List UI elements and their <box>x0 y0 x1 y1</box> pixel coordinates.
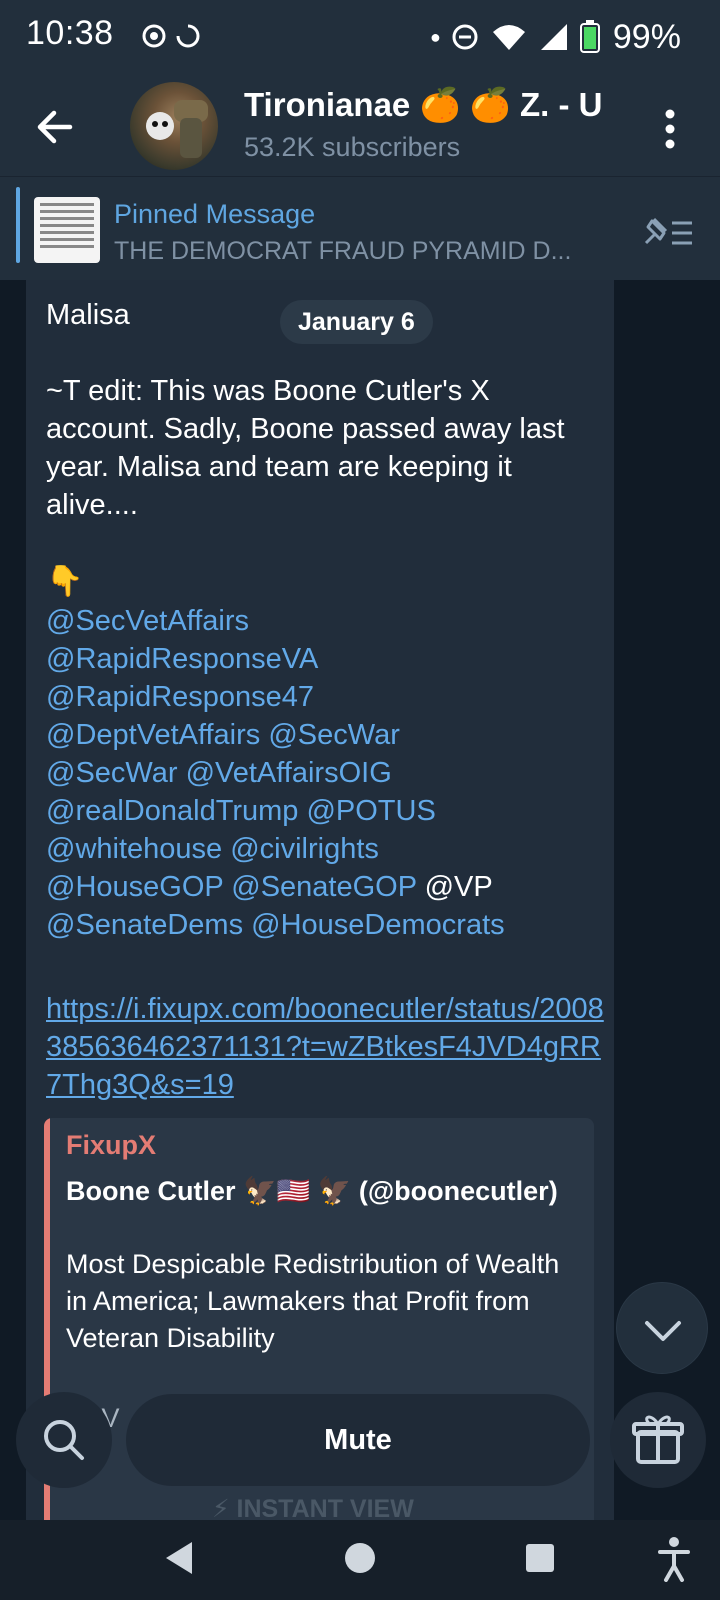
subscriber-count: 53.2K subscribers <box>244 132 461 162</box>
mention-link[interactable]: @HouseDemocrats <box>251 909 504 941</box>
pointing-down-emoji: 👇 <box>46 565 84 598</box>
mention-link[interactable]: @HouseGOP <box>46 871 223 903</box>
mention-link[interactable]: @SenateDems <box>46 909 243 941</box>
dnd-icon <box>452 24 478 50</box>
search-icon <box>44 1420 84 1460</box>
gift-button[interactable] <box>610 1392 706 1488</box>
mention-separator: @VP <box>416 871 493 903</box>
channel-title[interactable]: Tironianae 🍊 🍊 Z. - U <box>244 86 624 125</box>
chat-header: Tironianae 🍊 🍊 Z. - U 53.2K subscribers <box>0 74 720 176</box>
date-pill: January 6 <box>280 300 433 344</box>
mention-link[interactable]: @whitehouse <box>46 833 222 865</box>
pinned-text: THE DEMOCRAT FRAUD PYRAMID D... <box>114 237 572 265</box>
mention-separator <box>243 909 251 941</box>
mute-button[interactable]: Mute <box>126 1394 590 1486</box>
mention-separator <box>178 757 186 789</box>
mention-line: @SecWar @VetAffairsOIG <box>46 754 606 792</box>
wifi-icon <box>492 25 525 50</box>
mention-line: @HouseGOP @SenateGOP @VP <box>46 868 606 906</box>
preview-description: Most Despicable Redistribution of Wealth… <box>66 1249 560 1353</box>
mention-link[interactable]: @SecWar <box>46 757 178 789</box>
mention-link[interactable]: @SecVetAffairs <box>46 605 249 637</box>
mention-link[interactable]: @SenateGOP <box>231 871 416 903</box>
pin-list-icon[interactable] <box>640 211 696 251</box>
mention-line: @DeptVetAffairs @SecWar <box>46 716 606 754</box>
avatar-skull-icon <box>146 100 208 158</box>
preview-title: Boone Cutler 🦅🇺🇸 🦅 (@boonecutler) <box>66 1176 558 1206</box>
mention-line: @RapidResponseVA <box>46 640 606 678</box>
status-time: 10:38 <box>26 14 114 52</box>
message-link[interactable]: https://i.fixupx.com/boonecutler/status/… <box>46 990 606 1104</box>
pinned-thumbnail <box>34 197 100 263</box>
pinned-accent-line <box>16 187 20 263</box>
mention-separator <box>222 833 230 865</box>
scroll-down-button[interactable] <box>616 1282 708 1374</box>
status-icons: ● 99% <box>430 14 681 60</box>
mention-link[interactable]: @RapidResponse47 <box>46 681 314 713</box>
battery-icon <box>579 20 600 53</box>
mention-line: @RapidResponse47 <box>46 678 606 716</box>
mention-link[interactable]: @civilrights <box>230 833 379 865</box>
status-bar: 10:38 ● 99% <box>0 0 720 74</box>
gift-icon <box>632 1415 684 1464</box>
mention-line: @SenateDems @HouseDemocrats <box>46 906 606 944</box>
mention-line: @whitehouse @civilrights <box>46 830 606 868</box>
mention-line: @realDonaldTrump @POTUS <box>46 792 606 830</box>
mention-link[interactable]: @SecWar <box>268 719 400 751</box>
pinned-message-bar[interactable]: Pinned Message THE DEMOCRAT FRAUD PYRAMI… <box>0 176 720 280</box>
more-vertical-icon[interactable] <box>652 104 688 154</box>
accessibility-icon[interactable] <box>654 1534 694 1582</box>
message-sender: Malisa <box>46 299 130 331</box>
battery-percent: 99% <box>612 17 681 56</box>
mention-line: @SecVetAffairs <box>46 602 606 640</box>
nav-home-icon[interactable] <box>340 1538 380 1578</box>
mention-list: @SecVetAffairs @RapidResponseVA @RapidResp… <box>46 602 606 944</box>
channel-avatar[interactable] <box>130 82 218 170</box>
mention-link[interactable]: @RapidResponseVA <box>46 643 318 675</box>
chevron-down-icon <box>645 1321 681 1341</box>
pinned-label: Pinned Message <box>114 199 316 229</box>
mention-link[interactable]: @POTUS <box>306 795 435 827</box>
search-button[interactable] <box>16 1392 112 1488</box>
mention-link[interactable]: @VetAffairsOIG <box>186 757 392 789</box>
status-notification-icons <box>142 24 200 48</box>
mention-link[interactable]: @DeptVetAffairs <box>46 719 260 751</box>
system-nav-bar <box>0 1520 720 1600</box>
nav-back-icon[interactable] <box>160 1538 200 1578</box>
back-arrow-icon[interactable] <box>30 100 84 154</box>
message-body: ~T edit: This was Boone Cutler's X accou… <box>46 375 565 521</box>
mention-link[interactable]: @realDonaldTrump <box>46 795 298 827</box>
signal-icon <box>540 24 567 50</box>
preview-site-name: FixupX <box>66 1130 157 1160</box>
nav-recents-icon[interactable] <box>520 1538 560 1578</box>
dot-icon: ● <box>430 26 441 47</box>
